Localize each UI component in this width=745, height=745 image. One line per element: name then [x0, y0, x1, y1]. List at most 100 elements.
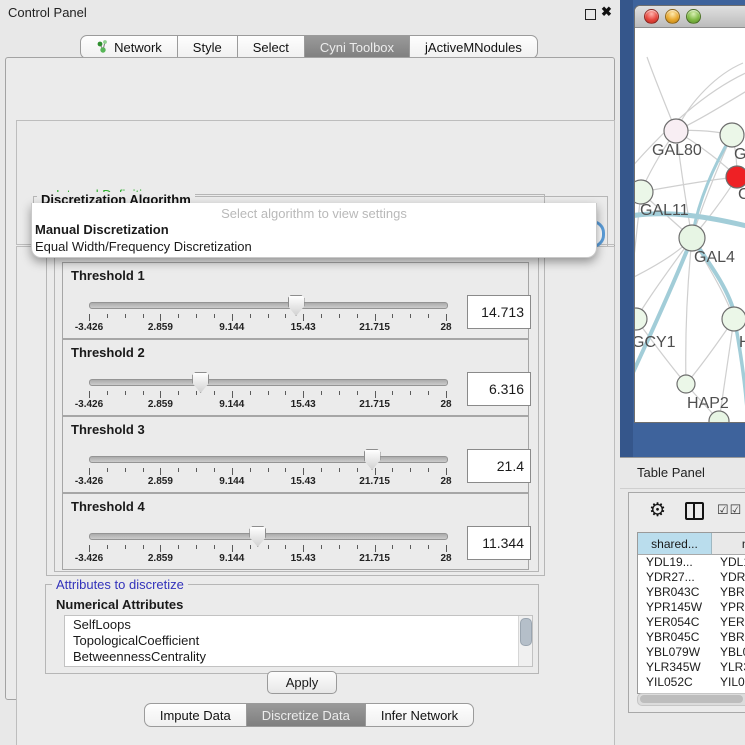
table-cell[interactable]: YBR0 — [712, 630, 745, 645]
checkbox-filter-icon[interactable]: ☑☑ — [717, 502, 742, 518]
table-cell[interactable]: YER054C — [638, 615, 712, 630]
threshold-value-field[interactable]: 6.316 — [467, 372, 531, 406]
slider-tick — [357, 391, 358, 395]
slider-tick — [178, 545, 179, 549]
slider-tick — [250, 545, 251, 549]
table-cell[interactable]: YDR2 — [712, 570, 745, 585]
threshold-panel-1: Threshold 1-3.4262.8599.14415.4321.71528… — [62, 262, 529, 339]
table-cell[interactable]: YLR3 — [712, 660, 745, 675]
popup-item-equal-width-frequency-discretization[interactable]: Equal Width/Frequency Discretization — [35, 239, 252, 254]
network-node[interactable] — [679, 225, 705, 251]
slider-tick-label: 9.144 — [207, 322, 257, 333]
column-layout-icon[interactable] — [685, 502, 704, 520]
popup-item-manual-discretization[interactable]: Manual Discretization — [35, 222, 169, 237]
table-cell[interactable]: YBR043C — [638, 585, 712, 600]
float-window-icon[interactable] — [585, 9, 596, 20]
network-node[interactable] — [635, 308, 647, 330]
threshold-label: Threshold 3 — [71, 422, 145, 437]
network-window-titlebar[interactable] — [635, 6, 745, 28]
slider-tick-label: -3.426 — [64, 399, 114, 410]
threshold-slider-track[interactable] — [89, 456, 448, 463]
node-table: shared...naYDL19...YDL1YDR27...YDR2YBR04… — [637, 532, 745, 694]
table-panel-title: Table Panel — [637, 458, 705, 488]
threshold-slider-thumb[interactable] — [364, 449, 381, 470]
apply-button[interactable]: Apply — [267, 671, 337, 694]
slider-tick — [125, 314, 126, 318]
slider-tick — [89, 545, 90, 552]
table-cell[interactable]: YIL0 — [712, 675, 745, 690]
slider-tick — [89, 468, 90, 475]
threshold-value-field[interactable]: 21.4 — [467, 449, 531, 483]
tab-discretize-data[interactable]: Discretize Data — [247, 703, 366, 727]
threshold-slider-track[interactable] — [89, 379, 448, 386]
tab-label: Discretize Data — [262, 708, 350, 723]
slider-tick-label: 21.715 — [350, 553, 400, 564]
threshold-slider-track[interactable] — [89, 533, 448, 540]
attribute-item-betweennesscentrality[interactable]: BetweennessCentrality — [73, 649, 206, 664]
attribute-item-topologicalcoefficient[interactable]: TopologicalCoefficient — [73, 633, 199, 648]
network-canvas[interactable]: GAL80GCGAL11GAL4GCY1HHAP2 — [635, 29, 745, 422]
attributes-list-scrollbar[interactable] — [518, 616, 532, 666]
attribute-item-selfloops[interactable]: SelfLoops — [73, 617, 131, 632]
slider-tick — [107, 468, 108, 472]
scrollbar-thumb[interactable] — [640, 695, 743, 703]
table-cell[interactable]: YBL079W — [638, 645, 712, 660]
tab-impute-data[interactable]: Impute Data — [144, 703, 247, 727]
slider-tick-label: 21.715 — [350, 476, 400, 487]
network-node[interactable] — [720, 123, 744, 147]
network-node[interactable] — [722, 307, 745, 331]
slider-tick — [357, 314, 358, 318]
tab-infer-network[interactable]: Infer Network — [366, 703, 474, 727]
table-header-na[interactable]: na — [712, 533, 745, 555]
slider-tick — [303, 545, 304, 552]
tab-style[interactable]: Style — [178, 35, 238, 59]
network-node[interactable] — [664, 119, 688, 143]
minimize-light-icon[interactable] — [665, 9, 680, 24]
threshold-label: Threshold 1 — [71, 268, 145, 283]
scrollbar-thumb[interactable] — [520, 618, 532, 646]
tab-network[interactable]: Network — [80, 35, 178, 59]
table-cell[interactable]: YPR145W — [638, 600, 712, 615]
slider-tick-label: 15.43 — [278, 322, 328, 333]
algorithm-section: Discretization Algorithm Select algorith… — [16, 120, 615, 245]
slider-tick — [143, 468, 144, 472]
slider-tick — [285, 468, 286, 472]
threshold-slider-track[interactable] — [89, 302, 448, 309]
tab-jactivemnodules[interactable]: jActiveMNodules — [410, 35, 538, 59]
threshold-slider-thumb[interactable] — [192, 372, 209, 393]
gear-icon[interactable]: ⚙ — [649, 499, 666, 522]
slider-tick — [178, 314, 179, 318]
tab-select[interactable]: Select — [238, 35, 305, 59]
close-light-icon[interactable] — [644, 9, 659, 24]
table-cell[interactable]: YDR27... — [638, 570, 712, 585]
table-horizontal-scrollbar[interactable] — [637, 693, 745, 706]
table-cell[interactable]: YDL1 — [712, 555, 745, 570]
table-cell[interactable]: YBL0 — [712, 645, 745, 660]
network-node[interactable] — [635, 180, 653, 204]
threshold-slider-thumb[interactable] — [249, 526, 266, 547]
zoom-light-icon[interactable] — [686, 9, 701, 24]
table-cell[interactable]: YDL19... — [638, 555, 712, 570]
tab-cyni-toolbox[interactable]: Cyni Toolbox — [305, 35, 410, 59]
table-cell[interactable]: YLR345W — [638, 660, 712, 675]
threshold-panel-2: Threshold 2-3.4262.8599.14415.4321.71528… — [62, 339, 529, 416]
network-node[interactable] — [677, 375, 695, 393]
threshold-value-field[interactable]: 11.344 — [467, 526, 531, 560]
table-cell[interactable]: YIL052C — [638, 675, 712, 690]
table-cell[interactable]: YER0 — [712, 615, 745, 630]
slider-tick-label: 28 — [421, 399, 471, 410]
network-node[interactable] — [726, 166, 745, 188]
table-cell[interactable]: YBR045C — [638, 630, 712, 645]
close-icon[interactable]: ✖ — [601, 4, 612, 20]
slider-tick-label: -3.426 — [64, 322, 114, 333]
slider-tick — [125, 468, 126, 472]
table-cell[interactable]: YPR1 — [712, 600, 745, 615]
table-cell[interactable]: YBR0 — [712, 585, 745, 600]
table-header-shared[interactable]: shared... — [638, 533, 712, 555]
algorithm-dropdown-popup: Select algorithm to view settings Manual… — [31, 203, 597, 258]
slider-tick-label: 2.859 — [135, 476, 185, 487]
slider-tick-label: 15.43 — [278, 553, 328, 564]
threshold-value-field[interactable]: 14.713 — [467, 295, 531, 329]
numerical-attributes-list[interactable]: SelfLoopsTopologicalCoefficientBetweenne… — [64, 615, 533, 667]
threshold-slider-thumb[interactable] — [288, 295, 305, 316]
